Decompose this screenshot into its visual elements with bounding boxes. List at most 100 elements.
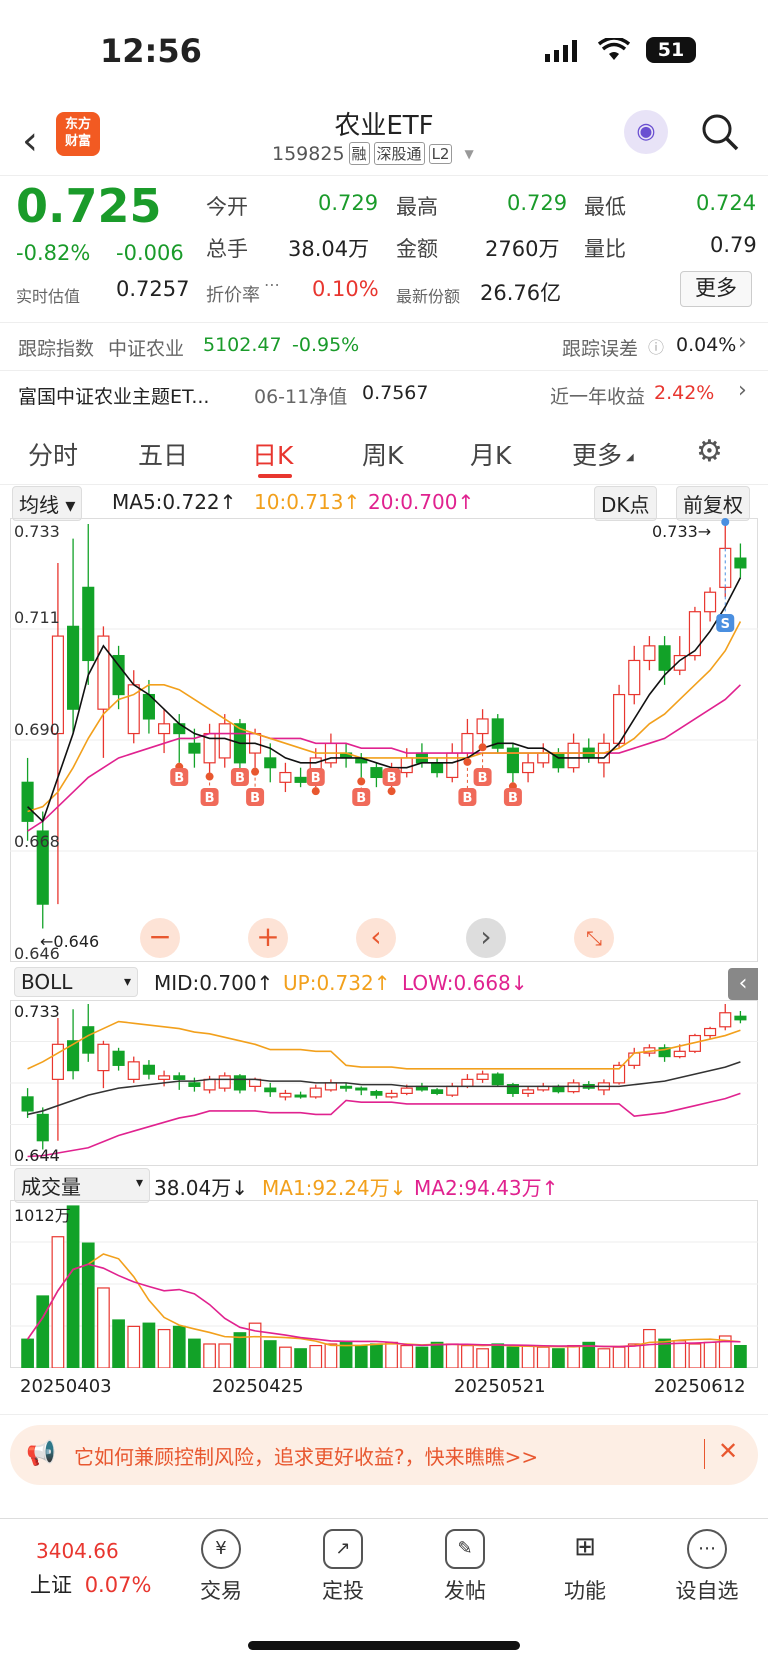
volume-bar (263, 1340, 277, 1368)
ratio-label: 量比 (584, 237, 626, 261)
buy-point-label: B (235, 771, 245, 786)
boll-candle (173, 1075, 186, 1080)
stock-header: ‹ 东方 财富 农业ETF 159825 融 深股通 L2 ▼ ◉ (0, 100, 768, 176)
boll-chart[interactable] (10, 1000, 758, 1166)
tab-five-day[interactable]: 五日 (138, 436, 188, 472)
index-ticker[interactable]: 3404.66 上证 0.07% (30, 1539, 160, 1599)
buy-point-label: B (356, 791, 366, 806)
settings-gear-icon[interactable]: ⚙ (696, 434, 723, 469)
boll-candle (51, 1043, 64, 1080)
boll-select[interactable]: BOLL ▾ (14, 967, 138, 997)
chart-zoom-controls: − + ‹ › ⤡ ‹ (0, 918, 768, 1000)
nav-invest-plan[interactable]: ↗ 定投 (298, 1529, 388, 1605)
volume-chart[interactable] (10, 1200, 758, 1368)
tab-weekly-k[interactable]: 周K (362, 436, 403, 472)
volume-legend-row: 成交量 ▾ 38.04万↓ MA1:92.24万↓ MA2:94.43万↑ (0, 1168, 768, 1203)
estimate-label: 实时估值 (16, 287, 81, 306)
nav-trade[interactable]: ¥ 交易 (176, 1529, 266, 1605)
k-candle (658, 645, 671, 671)
chevron-down-icon[interactable]: ▼ (464, 147, 473, 161)
fund-row[interactable]: 富国中证农业主题ET... 06-11净值 0.7567 近一年收益 2.42%… (0, 370, 768, 418)
fund-return-label: 近一年收益 (550, 386, 646, 408)
date-label: 20250521 (454, 1376, 546, 1397)
tracking-index-value: 5102.47 (203, 334, 282, 356)
chevron-right-icon[interactable]: › (738, 330, 747, 355)
nav-invest-plan-label: 定投 (322, 1579, 364, 1603)
boll-candle (67, 1040, 80, 1072)
boll-candle (340, 1085, 353, 1089)
volume-bar (734, 1344, 747, 1368)
boll-candle (628, 1052, 641, 1066)
nav-add-watchlist[interactable]: ⋯ 设自选 (662, 1529, 752, 1605)
low-label: 最低 (584, 195, 626, 219)
zoom-out-icon[interactable]: − (140, 918, 180, 958)
robot-assistant-icon[interactable]: ◉ (624, 110, 668, 154)
buy-point-label: B (174, 771, 184, 786)
amount-value: 2760万 (485, 237, 560, 261)
volume-bar (21, 1338, 34, 1368)
status-bar: 12:56 51 (0, 0, 768, 100)
k-candle (734, 557, 747, 569)
more-dots-icon[interactable]: ⋯ (264, 275, 280, 294)
adjust-button[interactable]: 前复权 (676, 486, 750, 521)
tab-monthly-k[interactable]: 月K (470, 436, 511, 472)
k-candle (294, 776, 307, 783)
buy-point-label: B (508, 791, 518, 806)
volume-bar (491, 1343, 505, 1368)
volume-bar (66, 1205, 80, 1368)
boll-candle (400, 1087, 413, 1094)
zoom-in-icon[interactable]: + (248, 918, 288, 958)
index-value: 3404.66 (36, 1539, 119, 1563)
edit-icon: ✎ (445, 1529, 485, 1569)
boll-candle (385, 1092, 398, 1098)
k-candle (643, 645, 656, 662)
tracking-index-name: 中证农业 (108, 338, 185, 360)
price-axis-tick: 0.711 (14, 608, 60, 627)
tab-intraday[interactable]: 分时 (28, 436, 78, 472)
boll-candle (673, 1050, 686, 1058)
date-label: 20250403 (20, 1376, 112, 1397)
estimate-value: 0.7257 (116, 277, 190, 301)
fullscreen-icon[interactable]: ⤡ (574, 918, 614, 958)
price-axis-tick: 0.690 (14, 720, 60, 739)
fund-return-value: 2.42% (654, 382, 715, 404)
chevron-right-icon[interactable]: › (466, 918, 506, 958)
k-candle (218, 723, 231, 759)
help-icon[interactable]: ⓘ (648, 334, 664, 358)
nav-post[interactable]: ✎ 发帖 (420, 1529, 510, 1605)
more-button[interactable]: 更多 (680, 271, 752, 307)
k-candle (431, 762, 444, 774)
k-candle (67, 625, 80, 710)
ma10-legend: 10:0.713↑ (254, 490, 361, 514)
chevron-right-icon[interactable]: › (738, 378, 747, 403)
boll-candle (294, 1094, 307, 1098)
boll-candle (112, 1050, 125, 1066)
volume-bar (430, 1341, 444, 1368)
k-candle (537, 752, 550, 764)
chart-tabs: 分时 五日 日K 周K 月K 更多 ◢ ⚙ (0, 418, 768, 485)
date-label: 20250612 (654, 1376, 746, 1397)
tab-more[interactable]: 更多 (572, 436, 622, 472)
boll-candle (21, 1096, 34, 1112)
tracking-row[interactable]: 跟踪指数 中证农业 5102.47 -0.95% 跟踪误差 ⓘ 0.04% › (0, 322, 768, 370)
boll-candle (522, 1089, 535, 1094)
chevron-left-icon[interactable]: ‹ (356, 918, 396, 958)
search-icon[interactable] (700, 112, 740, 156)
tab-daily-k[interactable]: 日K (252, 436, 293, 472)
nav-functions[interactable]: ⊞ 功能 (540, 1529, 630, 1605)
volume-bar (476, 1348, 489, 1368)
volume-bar (127, 1325, 141, 1368)
stock-code-row[interactable]: 159825 融 深股通 L2 ▼ (272, 142, 474, 165)
volume-select[interactable]: 成交量 ▾ (14, 1168, 150, 1203)
volume-bar (188, 1338, 201, 1368)
volume-bar (445, 1343, 459, 1368)
divider (0, 1414, 768, 1415)
dk-point-button[interactable]: DK点 (594, 486, 657, 521)
close-icon[interactable]: ✕ (718, 1437, 738, 1465)
volume-bar (324, 1343, 338, 1368)
ma-select[interactable]: 均线 ▾ (12, 486, 83, 521)
volume-bar (627, 1343, 641, 1368)
promo-banner[interactable]: 📢 它如何兼顾控制风险，追求更好收益?，快来瞧瞧>> ✕ (10, 1425, 758, 1485)
candlestick-chart[interactable]: BBBBBBBBBBS (10, 518, 758, 962)
banner-text: 它如何兼顾控制风险，追求更好收益?，快来瞧瞧>> (74, 1445, 539, 1469)
